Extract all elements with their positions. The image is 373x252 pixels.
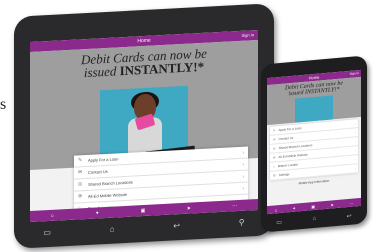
system-button-icon[interactable]: ▭ (43, 227, 51, 236)
system-button-icon[interactable]: ⌂ (110, 224, 115, 233)
chevron-right-icon: › (355, 121, 356, 126)
globe-icon: ⊕ (273, 155, 276, 160)
tablet-device: Home Sign In Debit Cards can now be issu… (14, 3, 274, 249)
system-button-icon[interactable]: ▭ (276, 218, 282, 225)
nav-tab-icon[interactable]: ✦ (95, 210, 99, 216)
chevron-right-icon: › (355, 130, 356, 135)
tablet-screen: Home Sign In Debit Cards can now be issu… (30, 30, 258, 222)
tablet-menu-item-label: All-Ed Mobile Website (88, 191, 128, 199)
tablet-promo-headline-2-bold: INSTANTLY!* (119, 58, 205, 79)
tablet-menu-item-label: Contact Us (88, 168, 108, 175)
tablet-promo-headline-2-text: issued (83, 63, 120, 81)
chevron-right-icon: › (355, 166, 356, 171)
chevron-right-icon: › (242, 149, 244, 156)
nav-tab-icon[interactable]: ⋯ (349, 200, 353, 205)
phone-menu-item-label: Apply For a Loan (278, 126, 302, 133)
phone-sign-in-link[interactable]: Sign In (350, 71, 359, 76)
chevron-right-icon: › (355, 157, 356, 162)
tablet-menu-item-label: Apply For a Loan (88, 156, 119, 163)
tablet-menu-item-label: Shared Branch Locations (88, 179, 133, 187)
tablet-page-title: Home (137, 37, 151, 45)
tablet-sign-in-link[interactable]: Sign In (242, 32, 254, 38)
nav-tab-icon[interactable]: ⌂ (275, 207, 277, 212)
pencil-icon: ✎ (273, 128, 276, 133)
nav-tab-icon[interactable]: ▣ (141, 207, 146, 213)
chevron-right-icon: › (242, 173, 244, 180)
nav-tab-icon[interactable]: ➤ (187, 205, 191, 211)
pencil-icon: ✎ (78, 157, 83, 164)
edge-letter: s (0, 96, 7, 113)
phone-promo-photo (295, 95, 333, 123)
nav-tab-icon[interactable]: ✦ (293, 205, 296, 210)
gear-icon: ⚙ (273, 173, 276, 178)
location-icon: ◎ (273, 146, 276, 151)
phone-device: Home Sign In Debit Cards can now be issu… (261, 55, 367, 233)
globe-icon: ⊕ (78, 193, 83, 200)
phone-menu-item-label: Branch Locator (277, 162, 299, 169)
chevron-right-icon: › (355, 148, 356, 153)
system-button-icon[interactable]: ↩ (173, 221, 180, 230)
system-button-icon[interactable]: ↩ (347, 212, 352, 219)
phone-menu-item-label: All-Ed Mobile Website (278, 152, 308, 160)
chevron-right-icon: › (355, 139, 356, 144)
phone-promo-banner[interactable]: Debit Cards can now be issued INSTANTLY!… (267, 76, 361, 126)
nav-tab-icon[interactable]: ⌂ (51, 212, 54, 218)
phone-menu-item-label: Contact Us (278, 135, 294, 142)
mail-icon: ✉ (273, 137, 276, 142)
phone-menu-list: ✎ Apply For a Loan › ✉ Contact Us › ◎ Shared Br… (270, 119, 358, 181)
chevron-right-icon: › (242, 161, 244, 168)
chevron-right-icon: › (242, 185, 244, 192)
nav-tab-icon[interactable]: ➤ (330, 202, 333, 207)
location-icon: ◎ (78, 181, 83, 188)
mail-icon: ✉ (78, 169, 83, 176)
phone-page-title: Home (308, 74, 320, 81)
phone-menu-item-label: Settings (278, 172, 290, 178)
bank-icon: ⌂ (273, 164, 275, 169)
system-button-icon[interactable]: ⚲ (239, 217, 245, 226)
nav-tab-icon[interactable]: ▣ (311, 203, 315, 208)
phone-screen: Home Sign In Debit Cards can now be issu… (267, 69, 361, 215)
phone-menu-item-label: Shared Branch Locations (278, 143, 313, 151)
system-button-icon[interactable]: ⌂ (312, 216, 316, 222)
nav-tab-icon[interactable]: ⋯ (232, 203, 237, 209)
